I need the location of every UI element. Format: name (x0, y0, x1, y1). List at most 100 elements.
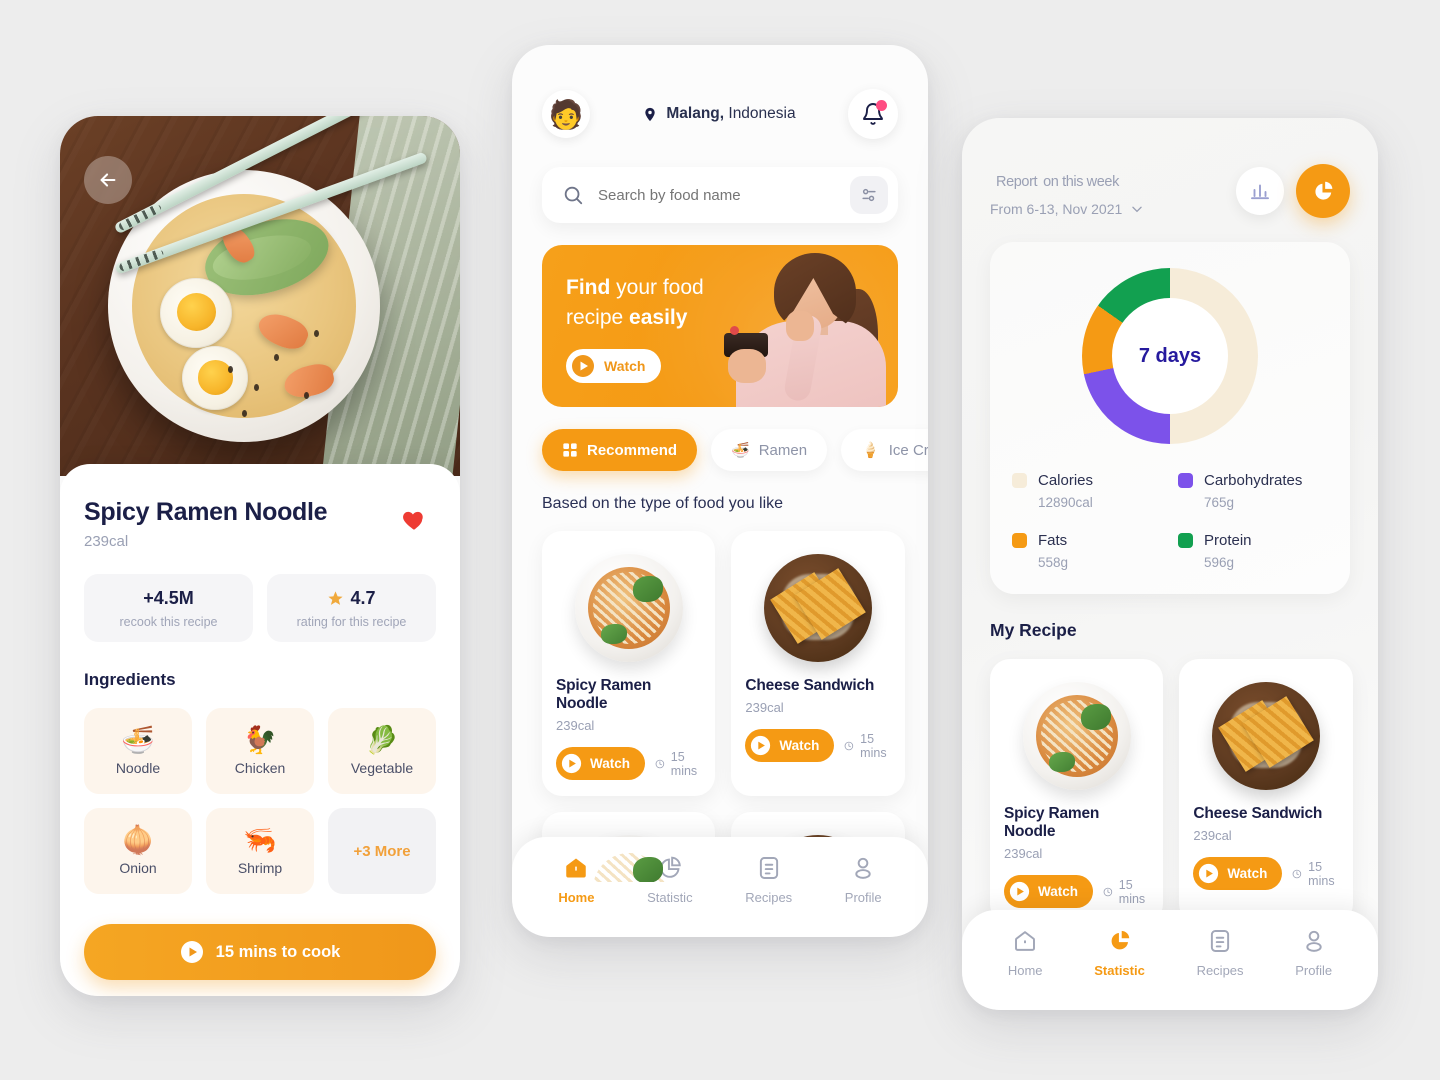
chip-ice-cream[interactable]: 🍦 Ice Cream (841, 429, 928, 471)
watch-button[interactable]: Watch (1004, 875, 1093, 908)
ingredient-label: Chicken (234, 759, 286, 776)
watch-button[interactable]: Watch (745, 729, 835, 762)
ingredient-item[interactable]: 🥬 Vegetable (328, 708, 436, 794)
location-city: Malang, (666, 105, 725, 122)
stat-value: 4.7 (350, 588, 376, 608)
promo-watch-button[interactable]: Watch (566, 349, 662, 383)
food-card-footer: Watch 15 mins (556, 747, 701, 780)
document-icon (1210, 930, 1230, 952)
nav-item-home[interactable]: Home (558, 855, 594, 905)
chip-recommend[interactable]: Recommend (542, 429, 698, 471)
sandwich-icon (764, 554, 873, 662)
promo-watch-label: Watch (604, 358, 646, 374)
back-button[interactable] (84, 156, 132, 204)
sesame-seed (254, 384, 259, 391)
search-input[interactable] (598, 186, 836, 204)
nav-item-profile[interactable]: Profile (1295, 928, 1332, 978)
nav-item-profile[interactable]: Profile (845, 855, 882, 905)
location-indicator[interactable]: Malang, Indonesia (642, 105, 796, 124)
heart-icon (403, 511, 423, 530)
chevron-down-icon (1132, 206, 1143, 213)
filter-button[interactable] (850, 176, 888, 214)
watch-label: Watch (779, 738, 820, 753)
section-heading: Based on the type of food you like (542, 495, 784, 512)
food-name: Cheese Sandwich (1193, 805, 1323, 822)
food-card-grid: Spicy Ramen Noodle 239cal Watch 15 mins … (542, 531, 905, 882)
pie-chart-view-button[interactable] (1296, 164, 1350, 218)
ingredient-item[interactable]: 🐓 Chicken (206, 708, 314, 794)
more-ingredients-button[interactable]: +3 More (328, 808, 436, 894)
person-icon (1305, 930, 1322, 952)
food-calories: 239cal (1193, 828, 1232, 843)
promo-line2-strong: easily (629, 305, 688, 329)
watch-button[interactable]: Watch (1193, 857, 1283, 890)
report-actions (1236, 164, 1350, 218)
cook-time-label: 15 mins (1118, 877, 1146, 906)
report-title-block: Report on this week From 6-13, Nov 2021 (990, 164, 1144, 217)
ingredient-label: Onion (119, 859, 157, 876)
food-image (1193, 677, 1338, 795)
food-card-footer: Watch 15 mins (745, 729, 890, 762)
nav-item-home[interactable]: Home (1008, 928, 1043, 978)
sliders-icon (862, 188, 876, 202)
cook-timer-button[interactable]: 15 mins to cook (84, 924, 436, 980)
cook-time: 15 mins (1103, 878, 1149, 906)
food-card[interactable]: Spicy Ramen Noodle 239cal Watch 15 mins (542, 531, 716, 796)
ingredient-label: Vegetable (350, 759, 414, 776)
search-bar[interactable] (542, 167, 898, 223)
ingredients-grid: 🍜 Noodle 🐓 Chicken 🥬 Vegetable 🧅 Onion 🦐 (84, 708, 436, 894)
chip-ramen[interactable]: 🍜 Ramen (711, 429, 828, 471)
ingredient-label: Noodle (115, 759, 161, 776)
sesame-seed (304, 392, 309, 399)
food-card[interactable]: Spicy Ramen Noodle 239cal Watch 15 mins (990, 659, 1164, 924)
report-title-suffix: on this week (1043, 174, 1119, 190)
category-chips: Recommend 🍜 Ramen 🍦 Ice Cream (542, 429, 928, 471)
home-header: 🧑 Malang, Indonesia (542, 89, 898, 139)
play-icon (1199, 863, 1219, 884)
food-name: Spicy Ramen Noodle (1004, 805, 1100, 840)
promo-line2-rest: recipe (566, 305, 630, 329)
person-icon (855, 857, 871, 879)
nav-label: Statistic (1094, 963, 1145, 978)
food-card[interactable]: Cheese Sandwich 239cal Watch 15 mins (731, 531, 905, 796)
watch-button[interactable]: Watch (556, 747, 645, 780)
sandwich-icon (1212, 682, 1321, 790)
legend-value: 765g (1204, 495, 1235, 510)
bottom-navigation: Home Statistic Recipes Profile (512, 837, 928, 937)
home-content: 🧑 Malang, Indonesia Search by food name … (512, 45, 928, 882)
food-card[interactable]: Cheese Sandwich 239cal Watch 15 mins (1179, 659, 1353, 924)
legend-label: Calories (1038, 472, 1094, 489)
nav-item-recipes[interactable]: Recipes (745, 855, 792, 905)
nav-label: Profile (844, 890, 882, 905)
cook-time-label: 15 mins (1308, 859, 1335, 888)
page-title: Report on this week (990, 164, 1144, 193)
recipe-calories: 239cal (84, 533, 129, 550)
stat-label: recook this recipe (119, 615, 218, 629)
stat-value-wrap: 4.7 (275, 588, 428, 609)
donut-chart: 7 days (1082, 268, 1258, 444)
ramen-bowl-icon (1022, 682, 1131, 790)
nav-item-statistic[interactable]: Statistic (1094, 928, 1145, 978)
ramen-bowl-icon (574, 554, 683, 662)
ingredient-item[interactable]: 🦐 Shrimp (206, 808, 314, 894)
nav-item-recipes[interactable]: Recipes (1197, 928, 1244, 978)
pie-chart-icon (1111, 930, 1129, 950)
date-range-selector[interactable]: From 6-13, Nov 2021 (990, 201, 1144, 217)
food-image (745, 549, 890, 667)
food-calories: 239cal (556, 718, 595, 733)
favorite-button[interactable] (394, 500, 434, 540)
nav-label: Recipes (1196, 963, 1244, 978)
noodle-icon: 🍜 (121, 724, 155, 755)
play-icon (572, 355, 594, 377)
notifications-button[interactable] (847, 89, 898, 139)
ingredient-item[interactable]: 🍜 Noodle (84, 708, 192, 794)
avatar[interactable]: 🧑 (542, 90, 590, 138)
chip-label: Ice Cream (888, 441, 928, 459)
ingredient-item[interactable]: 🧅 Onion (84, 808, 192, 894)
ingredient-label: Shrimp (237, 859, 283, 876)
nav-label: Profile (1295, 963, 1333, 978)
clock-icon (845, 741, 854, 750)
bar-chart-view-button[interactable] (1236, 167, 1284, 215)
promo-banner[interactable]: Find your food recipe easily Watch (542, 245, 898, 407)
pie-chart-icon (1314, 181, 1332, 200)
